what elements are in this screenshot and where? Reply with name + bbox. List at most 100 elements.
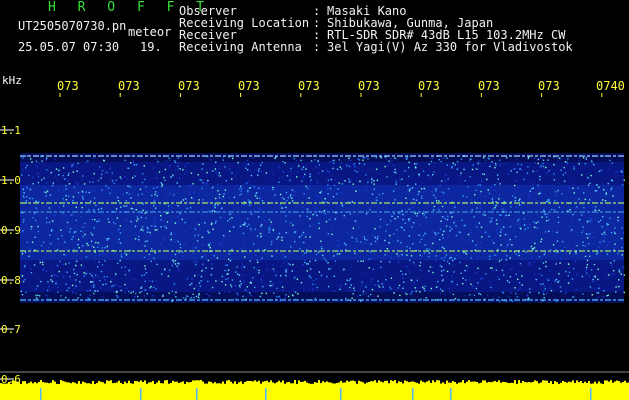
speckle-dot: [439, 228, 442, 230]
speckle-dot: [503, 226, 505, 228]
speckle-dot: [490, 286, 492, 289]
speckle-dot: [527, 166, 529, 168]
baseline-spike: [116, 382, 118, 385]
speckle-dot: [585, 158, 587, 160]
speckle-dot: [537, 184, 539, 186]
speckle-dot: [355, 179, 358, 181]
speckle-dot: [253, 243, 255, 245]
speckle-dot: [532, 187, 534, 189]
speckle-dot: [174, 253, 177, 256]
speckle-dot: [277, 166, 280, 168]
speckle-dot: [487, 220, 489, 222]
speckle-dot: [237, 294, 239, 296]
speckle-dot: [621, 246, 623, 249]
speckle-dot: [169, 159, 171, 162]
speckle-dot: [601, 233, 603, 235]
speckle-dot: [590, 217, 592, 220]
speckle-dot: [282, 171, 284, 173]
speckle-dot: [434, 162, 436, 164]
speckle-dot: [309, 182, 312, 184]
speckle-dot: [607, 241, 610, 243]
baseline-spike: [588, 381, 590, 385]
speckle-dot: [349, 278, 352, 280]
speckle-dot: [365, 286, 367, 288]
speckle-dot: [43, 241, 45, 244]
speckle-dot: [188, 283, 190, 286]
speckle-dot: [240, 185, 242, 188]
baseline-spike: [126, 383, 128, 385]
speckle-dot: [545, 216, 548, 218]
speckle-dot: [35, 221, 37, 223]
speckle-dot: [338, 253, 341, 255]
speckle-dot: [437, 232, 439, 234]
speckle-dot: [464, 269, 466, 272]
speckle-dot: [530, 245, 533, 248]
speckle-dot: [301, 168, 303, 170]
speckle-dot: [194, 247, 197, 249]
speckle-dot: [390, 277, 393, 279]
speckle-dot: [150, 260, 152, 262]
speckle-dot: [73, 268, 75, 271]
speckle-dot: [254, 195, 257, 197]
speckle-dot: [418, 173, 420, 175]
speckle-dot: [557, 221, 560, 224]
speckle-dot: [258, 269, 260, 272]
speckle-dot: [64, 178, 66, 180]
speckle-dot: [432, 230, 434, 233]
speckle-dot: [75, 206, 77, 208]
speckle-dot: [370, 243, 372, 245]
speckle-dot: [301, 234, 303, 236]
speckle-dot: [412, 198, 415, 201]
speckle-dot: [404, 292, 407, 294]
speckle-dot: [402, 218, 404, 221]
speckle-dot: [373, 180, 375, 182]
speckle-dot: [507, 242, 510, 245]
freq-tick-label: 0.9: [1, 224, 21, 237]
speckle-dot: [312, 213, 314, 216]
speckle-dot: [578, 156, 580, 159]
speckle-dot: [441, 216, 444, 218]
speckle-dot: [160, 219, 162, 221]
speckle-dot: [449, 257, 451, 259]
speckle-dot: [611, 162, 614, 164]
speckle-dot: [224, 291, 226, 293]
speckle-dot: [453, 271, 455, 273]
speckle-dot: [228, 168, 231, 170]
speckle-dot: [356, 240, 358, 243]
baseline-spike: [216, 383, 218, 385]
speckle-dot: [607, 168, 610, 171]
speckle-dot: [263, 187, 265, 189]
speckle-dot: [546, 278, 548, 280]
speckle-dot: [409, 247, 411, 249]
speckle-dot: [541, 274, 543, 276]
speckle-dot: [600, 169, 603, 172]
speckle-dot: [161, 235, 164, 238]
speckle-dot: [82, 226, 84, 228]
speckle-dot: [614, 247, 616, 249]
speckle-dot: [316, 286, 318, 289]
baseline-spike: [400, 381, 402, 385]
speckle-dot: [76, 170, 78, 172]
speckle-dot: [603, 189, 605, 191]
speckle-dot: [77, 238, 80, 241]
speckle-dot: [454, 164, 456, 166]
speckle-dot: [77, 297, 79, 299]
speckle-dot: [265, 292, 267, 295]
speckle-dot: [441, 279, 444, 282]
speckle-dot: [572, 296, 574, 298]
speckle-dot: [309, 225, 311, 227]
speckle-dot: [349, 213, 352, 215]
speckle-dot: [610, 179, 613, 181]
speckle-dot: [534, 242, 536, 245]
speckle-dot: [495, 269, 497, 271]
speckle-dot: [196, 240, 199, 242]
speckle-dot: [54, 274, 56, 276]
speckle-dot: [101, 247, 103, 249]
speckle-dot: [477, 184, 480, 186]
speckle-dot: [603, 231, 606, 234]
baseline-spike: [52, 380, 54, 385]
baseline-spike: [524, 382, 526, 385]
speckle-dot: [234, 284, 237, 287]
speckle-dot: [260, 165, 262, 167]
speckle-dot: [517, 278, 519, 280]
